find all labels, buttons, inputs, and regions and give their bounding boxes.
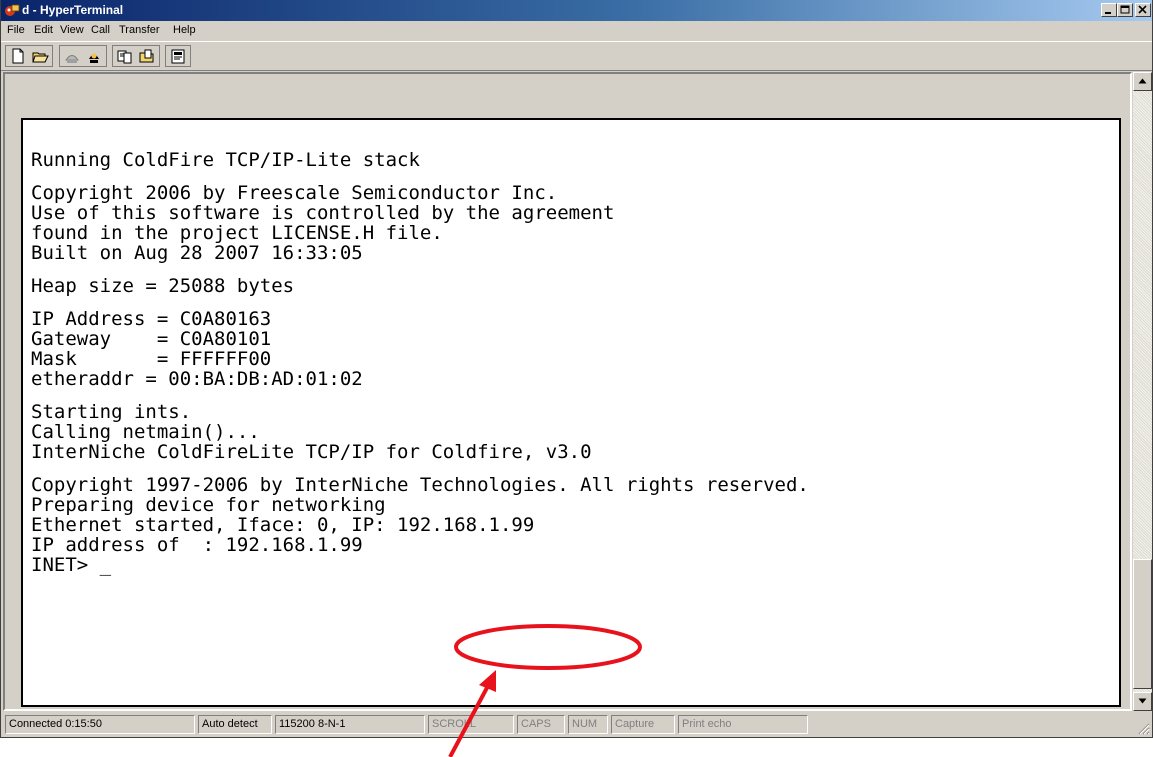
scroll-up-button[interactable] bbox=[1133, 72, 1152, 91]
toolbar bbox=[1, 41, 1152, 71]
terminal-line: Use of this software is controlled by th… bbox=[31, 202, 615, 224]
receive-icon bbox=[139, 49, 154, 63]
arrow-up-icon bbox=[1138, 78, 1147, 84]
menu-transfer[interactable]: Transfer bbox=[119, 24, 160, 36]
minimize-icon bbox=[1105, 12, 1111, 14]
status-capture: Capture bbox=[611, 715, 675, 734]
terminal-output: Running ColdFire TCP/IP-Lite stack Copyri… bbox=[31, 150, 809, 575]
terminal-line: Copyright 1997-2006 by InterNiche Techno… bbox=[31, 474, 809, 496]
menu-view[interactable]: View bbox=[60, 24, 84, 36]
toolbar-group-transfer bbox=[112, 45, 160, 67]
new-icon bbox=[12, 48, 24, 64]
terminal-line: Mask = FFFFFF00 bbox=[31, 348, 272, 370]
toolbar-group-call bbox=[59, 45, 107, 67]
terminal-line: Calling netmain()... bbox=[31, 421, 260, 443]
window-title: d - HyperTerminal bbox=[22, 3, 124, 17]
hyperterminal-icon bbox=[5, 4, 20, 16]
terminal-line: Preparing device for networking bbox=[31, 494, 386, 516]
send-icon bbox=[117, 50, 132, 64]
new-button[interactable] bbox=[8, 47, 28, 65]
status-num: NUM bbox=[568, 715, 608, 734]
toolbar-group-properties bbox=[165, 45, 191, 67]
minimize-button[interactable] bbox=[1101, 3, 1117, 17]
send-button[interactable] bbox=[115, 47, 135, 65]
maximize-icon bbox=[1120, 5, 1130, 14]
status-scroll: SCROLL bbox=[428, 715, 514, 734]
vertical-scrollbar[interactable] bbox=[1133, 72, 1152, 711]
terminal-line: IP address of : 192.168.1.99 bbox=[31, 534, 363, 556]
menu-call[interactable]: Call bbox=[91, 24, 110, 36]
disconnect-icon bbox=[89, 53, 99, 63]
terminal-line: Built on Aug 28 2007 16:33:05 bbox=[31, 242, 363, 264]
call-button[interactable] bbox=[62, 47, 82, 65]
scrollbar-thumb[interactable] bbox=[1133, 559, 1152, 689]
terminal-line: Heap size = 25088 bytes bbox=[31, 275, 295, 297]
disconnect-button[interactable] bbox=[84, 47, 104, 65]
terminal-line: Gateway = C0A80101 bbox=[31, 328, 272, 350]
menu-edit[interactable]: Edit bbox=[34, 24, 53, 36]
status-caps: CAPS bbox=[517, 715, 565, 734]
toolbar-group-file bbox=[5, 45, 53, 67]
title-bar[interactable]: d - HyperTerminal bbox=[1, 0, 1152, 21]
properties-icon bbox=[171, 49, 185, 64]
scroll-down-button[interactable] bbox=[1133, 692, 1152, 711]
hyperterminal-window: d - HyperTerminal File Edit View Call Tr… bbox=[0, 0, 1153, 738]
receive-button[interactable] bbox=[137, 47, 157, 65]
close-icon bbox=[1138, 5, 1147, 14]
terminal-line: IP Address = C0A80163 bbox=[31, 308, 272, 330]
menu-help[interactable]: Help bbox=[173, 24, 196, 36]
terminal-line: Ethernet started, Iface: 0, IP: 192.168.… bbox=[31, 514, 535, 536]
open-icon bbox=[32, 52, 49, 63]
terminal-line: etheraddr = 00:BA:DB:AD:01:02 bbox=[31, 368, 363, 390]
close-button[interactable] bbox=[1135, 3, 1151, 17]
status-settings: 115200 8-N-1 bbox=[275, 715, 425, 734]
status-detect: Auto detect bbox=[198, 715, 272, 734]
terminal-line: found in the project LICENSE.H file. bbox=[31, 222, 443, 244]
terminal-line: Running ColdFire TCP/IP-Lite stack bbox=[31, 149, 420, 171]
status-bar: Connected 0:15:50 Auto detect 115200 8-N… bbox=[1, 713, 1152, 737]
terminal-line: Copyright 2006 by Freescale Semiconducto… bbox=[31, 182, 558, 204]
resize-grip-icon[interactable] bbox=[1136, 721, 1150, 735]
menu-file[interactable]: File bbox=[7, 24, 25, 36]
status-connected: Connected 0:15:50 bbox=[5, 715, 195, 734]
menu-bar: File Edit View Call Transfer Help bbox=[1, 21, 1152, 41]
open-button[interactable] bbox=[30, 47, 50, 65]
status-print-echo: Print echo bbox=[678, 715, 808, 734]
maximize-button[interactable] bbox=[1117, 3, 1133, 17]
terminal-line: Starting ints. bbox=[31, 401, 192, 423]
call-icon bbox=[65, 55, 79, 63]
arrow-down-icon bbox=[1138, 698, 1147, 704]
terminal-line: InterNiche ColdFireLite TCP/IP for Coldf… bbox=[31, 441, 592, 463]
terminal-line: INET> _ bbox=[31, 554, 112, 576]
properties-button[interactable] bbox=[168, 47, 188, 65]
